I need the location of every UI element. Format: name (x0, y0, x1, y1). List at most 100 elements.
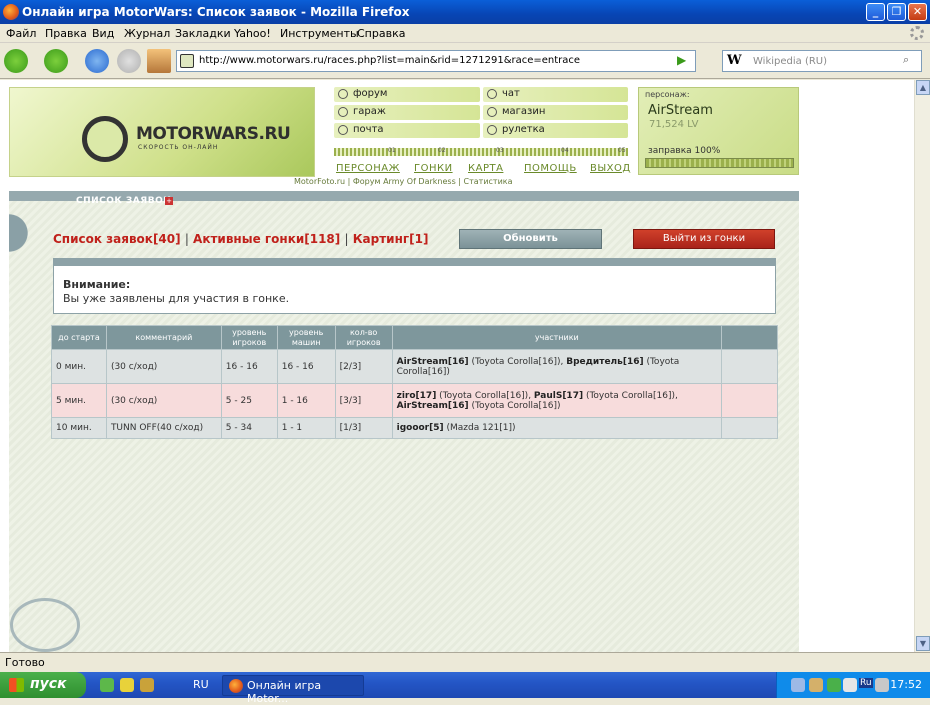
cell-comment: TUNN OFF(40 с/ход) (105, 417, 222, 439)
start-button[interactable]: пуск (0, 672, 86, 698)
maximize-button[interactable]: ❐ (887, 3, 906, 21)
menu-chat[interactable]: чат (483, 87, 628, 102)
nav-link-character[interactable]: ПЕРСОНАЖ (336, 163, 400, 174)
menu-tools[interactable]: Инструменты (280, 27, 359, 40)
site-favicon-icon (180, 54, 194, 68)
tray-icon[interactable] (875, 678, 889, 692)
menu-edit[interactable]: Правка (45, 27, 87, 40)
search-icon[interactable]: ⌕ (903, 53, 919, 69)
tray-icon[interactable] (827, 678, 841, 692)
close-button[interactable]: ✕ (908, 3, 927, 21)
go-arrow-icon[interactable]: ▶ (677, 53, 693, 69)
ruler-num-3: 03 (496, 147, 504, 154)
nav-link-map[interactable]: КАРТА (468, 163, 503, 174)
race-tabs: Список заявок[40] | Активные гонки[118] … (53, 232, 428, 246)
system-tray: Ru 17:52 (776, 672, 930, 698)
tray-icon[interactable] (791, 678, 805, 692)
car-icon (487, 107, 497, 117)
menu-roulette[interactable]: рулетка (483, 123, 628, 138)
refresh-button[interactable]: Обновить (459, 229, 602, 249)
menu-help[interactable]: Справка (357, 27, 405, 40)
character-name[interactable]: AirStream (648, 103, 713, 118)
page-viewport: MOTORWARS.RU СКОРОСТЬ ОН-ЛАЙН форум гара… (0, 80, 914, 652)
stop-button[interactable] (117, 49, 141, 73)
search-box[interactable]: W Wikipedia (RU) ⌕ (722, 50, 922, 72)
nav-link-exit[interactable]: ВЫХОД (590, 163, 631, 174)
quicklaunch-icon[interactable] (140, 678, 154, 692)
col-header-start: до старта (51, 325, 107, 350)
tray-icon[interactable] (809, 678, 823, 692)
participant-name[interactable]: igooor[5] (397, 423, 444, 433)
menu-garage-label: гараж (353, 106, 386, 117)
gear-decoration-icon (9, 201, 47, 281)
participant-name[interactable]: Вредитель[16] (566, 357, 643, 367)
participant-car: (Toyota Corolla[16]), (468, 356, 567, 367)
character-header: персонаж: (645, 90, 690, 99)
notice-box: Внимание: Вы уже заявлены для участия в … (53, 258, 776, 314)
character-level: 71,524 LV (649, 119, 699, 130)
forward-button[interactable] (44, 49, 68, 73)
status-text: Готово (5, 656, 45, 669)
participant-car: (Toyota Corolla[16]), (583, 390, 678, 401)
menu-mail[interactable]: почта (334, 123, 480, 138)
wrench-icon (338, 107, 348, 117)
wikipedia-icon[interactable]: W (727, 53, 742, 68)
tray-icon[interactable] (843, 678, 857, 692)
quicklaunch-icon[interactable] (120, 678, 134, 692)
home-button[interactable] (147, 49, 171, 73)
menu-view[interactable]: Вид (92, 27, 114, 40)
leave-race-button[interactable]: Выйти из гонки (633, 229, 775, 249)
table-row[interactable]: 0 мин. (30 с/ход) 16 - 16 16 - 16 [2/3] … (51, 349, 778, 384)
reload-button[interactable] (85, 49, 109, 73)
participant-name[interactable]: PaulS[17] (534, 391, 583, 401)
nav-link-races[interactable]: ГОНКИ (414, 163, 453, 174)
tab-karting[interactable]: Картинг[1] (353, 232, 429, 246)
language-indicator[interactable]: RU (193, 678, 209, 691)
menu-mail-label: почта (353, 124, 384, 135)
menu-yahoo[interactable]: Yahoo! (234, 27, 271, 40)
expand-icon[interactable]: + (165, 197, 173, 205)
menu-bookmarks[interactable]: Закладки (175, 27, 231, 40)
requests-table: до старта комментарий уровень игроков ур… (51, 325, 778, 439)
menu-file[interactable]: Файл (6, 27, 36, 40)
menu-shop-label: магазин (502, 106, 546, 117)
menu-roulette-label: рулетка (502, 124, 545, 135)
menu-shop[interactable]: магазин (483, 105, 628, 120)
url-bar[interactable]: http://www.motorwars.ru/races.php?list=m… (176, 50, 696, 72)
cell-player-count: [2/3] (334, 349, 393, 384)
back-button[interactable] (4, 49, 28, 73)
chat-icon (487, 89, 497, 99)
taskbar-firefox-button[interactable]: Онлайн игра Motor... (222, 675, 364, 705)
cell-player-level: 5 - 34 (220, 417, 278, 439)
notice-text: Вы уже заявлены для участия в гонке. (63, 292, 290, 305)
ruler-num-4: 04 (561, 147, 569, 154)
tab-requests[interactable]: Список заявок[40] (53, 232, 181, 246)
menu-garage[interactable]: гараж (334, 105, 480, 120)
status-bar: Готово (0, 652, 930, 672)
participant-name[interactable]: AirStream[16] (397, 357, 469, 367)
cell-start: 10 мин. (51, 417, 107, 439)
quicklaunch-icon[interactable] (100, 678, 114, 692)
scroll-down-button[interactable]: ▼ (916, 636, 930, 651)
participant-name[interactable]: AirStream[16] (397, 401, 469, 411)
table-row[interactable]: 5 мин. (30 с/ход) 5 - 25 1 - 16 [3/3] zi… (51, 383, 778, 418)
menu-forum[interactable]: форум (334, 87, 480, 102)
site-logo-text[interactable]: MOTORWARS.RU (136, 124, 291, 144)
participant-name[interactable]: ziro[17] (397, 391, 437, 401)
vertical-scrollbar[interactable]: ▲ ▼ (914, 80, 930, 652)
tab-separator: | (344, 232, 349, 246)
nav-link-help[interactable]: ПОМОЩЬ (524, 163, 577, 174)
menu-history[interactable]: Журнал (124, 27, 170, 40)
tab-active-races[interactable]: Активные гонки[118] (193, 232, 340, 246)
tray-language[interactable]: Ru (859, 678, 873, 688)
minimize-button[interactable]: _ (866, 3, 885, 21)
ruler-num-2: 02 (438, 147, 446, 154)
window-titlebar: Онлайн игра MotorWars: Список заявок - M… (0, 0, 930, 24)
taskbar: пуск RU Онлайн игра Motor... Ru 17:52 (0, 672, 930, 705)
search-placeholder: Wikipedia (RU) (753, 56, 828, 67)
forum-icon (338, 89, 348, 99)
scroll-up-button[interactable]: ▲ (916, 80, 930, 95)
footer-sublinks[interactable]: MotorFoto.ru | Форум Army Of Darkness | … (294, 177, 513, 186)
table-row[interactable]: 10 мин. TUNN OFF(40 с/ход) 5 - 34 1 - 1 … (51, 417, 778, 439)
motorwars-logo-icon (82, 116, 128, 162)
